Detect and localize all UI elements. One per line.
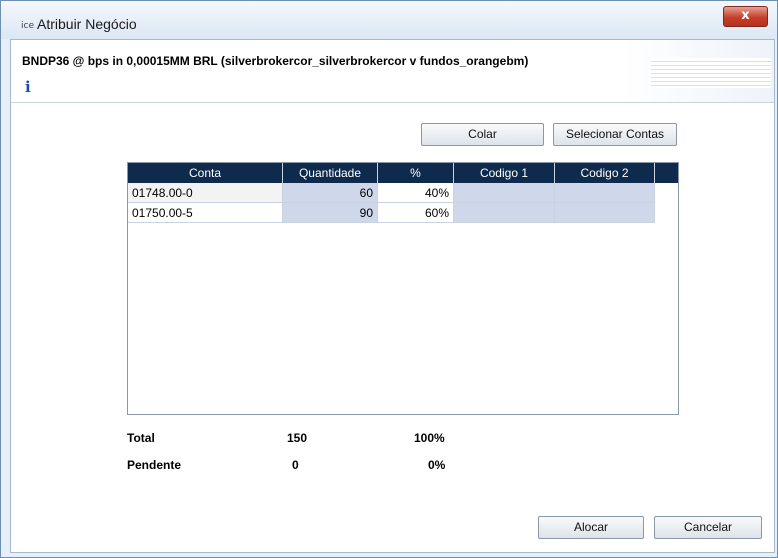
pending-percent: 0% [428, 458, 446, 472]
trade-description: BNDP36 @ bps in 0,00015MM BRL (silverbro… [22, 54, 529, 68]
cancel-button[interactable]: Cancelar [654, 516, 762, 539]
column-header-quantidade[interactable]: Quantidade [283, 163, 378, 183]
total-quantity: 150 [287, 431, 308, 445]
allocation-table: Conta Quantidade % Codigo 1 Codigo 2 017… [127, 162, 679, 415]
table-row[interactable]: 01750.00-5 90 60% [128, 203, 655, 223]
ice-app-icon: ice [21, 21, 34, 31]
cell-conta[interactable]: 01748.00-0 [128, 183, 283, 203]
title-bar[interactable]: ice Atribuir Negócio x [1, 1, 777, 39]
column-header-percent[interactable]: % [378, 163, 454, 183]
cell-conta[interactable]: 01750.00-5 [128, 203, 283, 223]
paste-button[interactable]: Colar [421, 123, 544, 146]
cell-percent[interactable]: 40% [378, 183, 454, 203]
table-row[interactable]: 01748.00-0 60 40% [128, 183, 655, 203]
column-header-conta[interactable]: Conta [128, 163, 283, 183]
total-label: Total [127, 431, 155, 445]
cell-codigo-2[interactable] [555, 183, 655, 203]
total-percent: 100% [414, 431, 445, 445]
pending-label: Pendente [127, 458, 182, 472]
close-icon: x [741, 8, 750, 23]
header-decoration [651, 58, 771, 88]
allocate-button[interactable]: Alocar [538, 516, 644, 539]
cell-codigo-1[interactable] [454, 183, 555, 203]
cell-quantidade[interactable]: 90 [283, 203, 378, 223]
window-title: Atribuir Negócio [37, 16, 137, 32]
column-header-codigo-2[interactable]: Codigo 2 [555, 163, 655, 183]
close-button[interactable]: x [723, 6, 768, 27]
pending-quantity: 0 [292, 458, 299, 472]
dialog-content: BNDP36 @ bps in 0,00015MM BRL (silverbro… [10, 39, 775, 553]
table-header: Conta Quantidade % Codigo 1 Codigo 2 [128, 163, 678, 183]
dialog-window: ice Atribuir Negócio x BNDP36 @ bps in 0… [0, 0, 778, 558]
info-icon: i [25, 78, 31, 96]
select-accounts-button[interactable]: Selecionar Contas [553, 123, 677, 146]
cell-quantidade[interactable]: 60 [283, 183, 378, 203]
column-header-codigo-1[interactable]: Codigo 1 [454, 163, 555, 183]
header-separator [11, 102, 774, 103]
cell-codigo-2[interactable] [555, 203, 655, 223]
cell-codigo-1[interactable] [454, 203, 555, 223]
cell-percent[interactable]: 60% [378, 203, 454, 223]
trade-info-header: BNDP36 @ bps in 0,00015MM BRL (silverbro… [11, 40, 774, 102]
